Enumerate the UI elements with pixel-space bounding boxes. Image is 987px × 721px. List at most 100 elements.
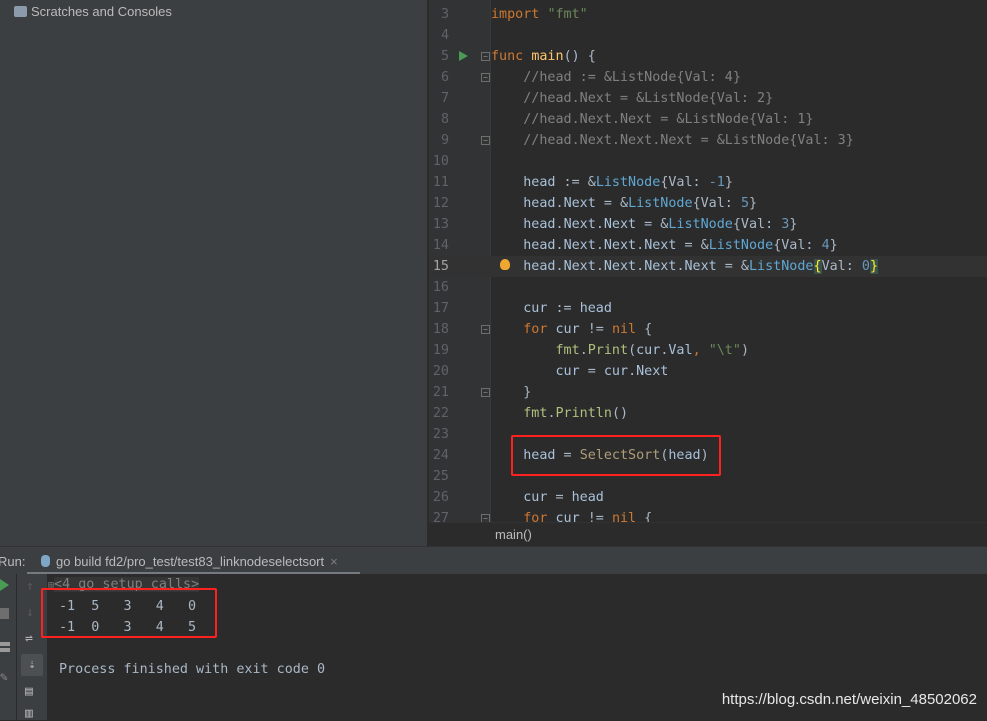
code-line[interactable]: 20 cur = cur.Next <box>429 361 987 382</box>
code-token: . <box>579 343 588 358</box>
fold-icon[interactable]: − <box>481 73 490 82</box>
code-line[interactable]: 10 <box>429 151 987 172</box>
code-token: main <box>531 49 564 64</box>
scroll-to-end-icon[interactable]: ⇣ <box>21 654 43 676</box>
line-number: 9 <box>440 133 449 148</box>
code-text: cur = head <box>491 487 604 508</box>
run-tab[interactable]: go build fd2/pro_test/test83_linknodesel… <box>27 547 360 575</box>
code-line[interactable]: 6 − //head := &ListNode{Val: 4} <box>429 67 987 88</box>
code-token: 5 <box>740 196 749 211</box>
code-line[interactable]: 13 head.Next.Next = &ListNode{Val: 3} <box>429 214 987 235</box>
line-number: 8 <box>440 112 449 127</box>
code-token: . <box>595 238 604 253</box>
code-token: 4 <box>821 238 830 253</box>
code-token: = <box>547 490 572 505</box>
code-line[interactable]: 15 head.Next.Next.Next.Next = &ListNode{… <box>429 256 987 277</box>
line-number: 26 <box>432 490 449 505</box>
line-number: 10 <box>432 154 449 169</box>
code-line[interactable]: 8 //head.Next.Next = &ListNode{Val: 1} <box>429 109 987 130</box>
down-arrow-icon[interactable]: ↓ <box>26 605 34 620</box>
code-text: for cur != nil { <box>491 508 652 522</box>
code-line[interactable]: 7 //head.Next = &ListNode{Val: 2} <box>429 88 987 109</box>
line-number: 11 <box>432 175 449 190</box>
line-number: 15 <box>432 259 449 274</box>
code-token: Next <box>603 217 637 232</box>
up-arrow-icon[interactable]: ↑ <box>26 579 34 594</box>
code-token: := & <box>555 175 596 190</box>
line-number: 22 <box>432 406 449 421</box>
line-number: 6 <box>440 70 449 85</box>
code-line[interactable]: 26 cur = head <box>429 487 987 508</box>
code-line[interactable]: 3 import "fmt" <box>429 4 987 25</box>
code-line[interactable]: 16 <box>429 277 987 298</box>
code-token: cur <box>603 364 629 379</box>
line-number: 27 <box>432 511 449 522</box>
code-token: //head.Next.Next = &ListNode{Val: 1} <box>491 112 814 127</box>
code-text: //head := &ListNode{Val: 4} <box>491 67 741 88</box>
code-text: head.Next = &ListNode{Val: 5} <box>491 193 757 214</box>
code-token: Next <box>636 364 669 379</box>
line-number: 25 <box>432 469 449 484</box>
go-gopher-icon <box>41 555 50 567</box>
print-icon[interactable]: ▤ <box>25 684 33 699</box>
code-line[interactable]: 12 head.Next = &ListNode{Val: 5} <box>429 193 987 214</box>
code-line[interactable]: 27 − for cur != nil { <box>429 508 987 522</box>
code-token: head <box>491 238 556 253</box>
code-token: := <box>547 301 580 316</box>
pin-icon[interactable]: ✎ <box>0 670 8 685</box>
code-token: head <box>491 175 556 190</box>
fold-icon[interactable]: − <box>481 52 490 61</box>
code-line[interactable]: 17 cur := head <box>429 298 987 319</box>
code-line[interactable]: 18 − for cur != nil { <box>429 319 987 340</box>
run-gutter-icon[interactable] <box>459 51 468 61</box>
fold-icon[interactable]: − <box>481 325 490 334</box>
code-line[interactable]: 14 head.Next.Next.Next = &ListNode{Val: … <box>429 235 987 256</box>
code-token: head <box>571 490 604 505</box>
soft-wrap-icon[interactable]: ⇌ <box>25 631 33 646</box>
code-token: . <box>555 238 564 253</box>
breadcrumb[interactable]: main() <box>429 522 987 546</box>
code-line[interactable]: 11 head := &ListNode{Val: -1} <box>429 172 987 193</box>
code-token: Val <box>668 343 693 358</box>
line-number: 7 <box>440 91 449 106</box>
code-token: . <box>636 259 645 274</box>
code-token: head <box>491 259 556 274</box>
code-token: Next <box>563 238 596 253</box>
code-line[interactable]: 4 <box>429 25 987 46</box>
code-text: head.Next.Next.Next.Next = &ListNode{Val… <box>491 256 878 277</box>
fold-icon[interactable]: − <box>481 136 490 145</box>
code-text: func main() { <box>491 46 596 67</box>
breadcrumb-main[interactable]: main() <box>495 527 532 542</box>
code-token: , <box>692 343 709 358</box>
code-line[interactable]: 5 − func main() { <box>429 46 987 67</box>
code-line[interactable]: 21 − } <box>429 382 987 403</box>
code-token: {Val: <box>660 175 709 190</box>
scratches-and-consoles-item[interactable]: Scratches and Consoles <box>14 4 172 19</box>
code-token: . <box>555 259 564 274</box>
code-token: cur <box>555 511 580 522</box>
code-token: ListNode <box>628 196 693 211</box>
code-line[interactable]: 9 − //head.Next.Next.Next = &ListNode{Val… <box>429 130 987 151</box>
code-token: "\t" <box>708 343 741 358</box>
close-tab-icon[interactable]: × <box>330 554 338 569</box>
code-line[interactable]: 22 fmt.Println() <box>429 403 987 424</box>
code-text: //head.Next = &ListNode{Val: 2} <box>491 88 773 109</box>
fold-icon[interactable]: − <box>481 388 490 397</box>
code-text: head.Next.Next.Next = &ListNode{Val: 4} <box>491 235 837 256</box>
fold-icon[interactable]: − <box>481 514 490 522</box>
code-token: Next <box>603 259 637 274</box>
line-number: 4 <box>440 28 449 43</box>
code-token: () { <box>563 49 596 64</box>
stop-icon[interactable] <box>0 608 9 619</box>
code-token: Println <box>555 406 612 421</box>
trash-icon[interactable]: ▥ <box>25 706 33 721</box>
code-token: . <box>676 259 685 274</box>
code-token: Next <box>644 259 677 274</box>
run-tool-window-header: Run: go build fd2/pro_test/test83_linkno… <box>0 546 987 575</box>
layout-icon[interactable] <box>0 642 10 652</box>
code-line[interactable]: 19 fmt.Print(cur.Val, "\t") <box>429 340 987 361</box>
code-token: cur <box>636 343 661 358</box>
code-token: { <box>813 259 822 274</box>
rerun-icon[interactable] <box>0 579 9 591</box>
code-token: ListNode <box>595 175 661 190</box>
